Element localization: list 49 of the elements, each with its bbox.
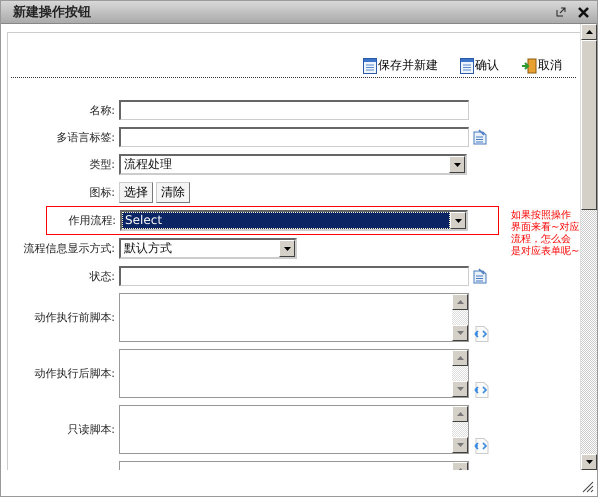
save-button[interactable]: 保存并新建 [363, 57, 438, 74]
window-title: 新建操作按钮 [13, 4, 92, 21]
text-field[interactable] [119, 127, 469, 147]
annotation-note: 如果按照操作 界面来看~对应 流程，怎么会 是对应表单呢~ [511, 210, 580, 258]
text-field[interactable] [119, 100, 469, 120]
caret-down-icon [284, 246, 290, 250]
document-icon [460, 58, 474, 74]
code-file-icon[interactable] [473, 438, 489, 454]
icon-action-button[interactable]: 选择 [119, 182, 153, 203]
save-button[interactable]: 确认 [460, 57, 499, 74]
cancel-button[interactable]: 取消 [521, 57, 562, 74]
close-icon[interactable] [578, 6, 589, 18]
script-textarea[interactable] [119, 293, 469, 342]
caret-down-icon [454, 162, 460, 166]
dropdown[interactable]: 默认方式 [119, 238, 297, 259]
dropdown[interactable]: Select [120, 210, 468, 231]
caret-down-icon [454, 218, 462, 222]
caret-up-icon [456, 356, 464, 360]
notepad-icon[interactable] [473, 129, 487, 145]
popout-icon[interactable] [556, 7, 566, 17]
caret-down-icon [456, 387, 464, 391]
door-exit-icon [521, 58, 537, 74]
notepad-icon[interactable] [473, 268, 487, 284]
field-label: 只读脚本: [66, 422, 116, 437]
dropdown[interactable]: 流程处理 [119, 154, 467, 175]
caret-down-icon [456, 443, 464, 447]
resize-grip-icon[interactable] [582, 481, 594, 493]
field-label: 作用流程: [67, 213, 117, 228]
caret-up-icon [586, 30, 592, 34]
text-field[interactable] [119, 266, 469, 286]
icon-action-button[interactable]: 清除 [156, 182, 190, 203]
script-textarea[interactable] [119, 405, 469, 454]
document-icon [363, 58, 377, 74]
field-label: 动作执行后脚本: [33, 366, 116, 381]
caret-up-icon [456, 412, 464, 416]
field-label: 名称: [88, 102, 116, 118]
field-label: 动作执行前脚本: [33, 310, 116, 325]
field-label: 类型: [88, 157, 116, 172]
scrollbar[interactable] [580, 24, 597, 470]
code-file-icon[interactable] [473, 326, 489, 342]
caret-down-icon [456, 331, 464, 335]
field-label: 图标: [88, 185, 116, 200]
field-label: 多语言标签: [55, 130, 116, 144]
field-label: 状态: [88, 268, 116, 284]
field-label: 流程信息显示方式: [22, 241, 116, 256]
caret-down-icon [586, 460, 592, 464]
script-textarea[interactable] [119, 349, 469, 398]
caret-up-icon [456, 300, 464, 304]
code-file-icon[interactable] [473, 382, 489, 398]
